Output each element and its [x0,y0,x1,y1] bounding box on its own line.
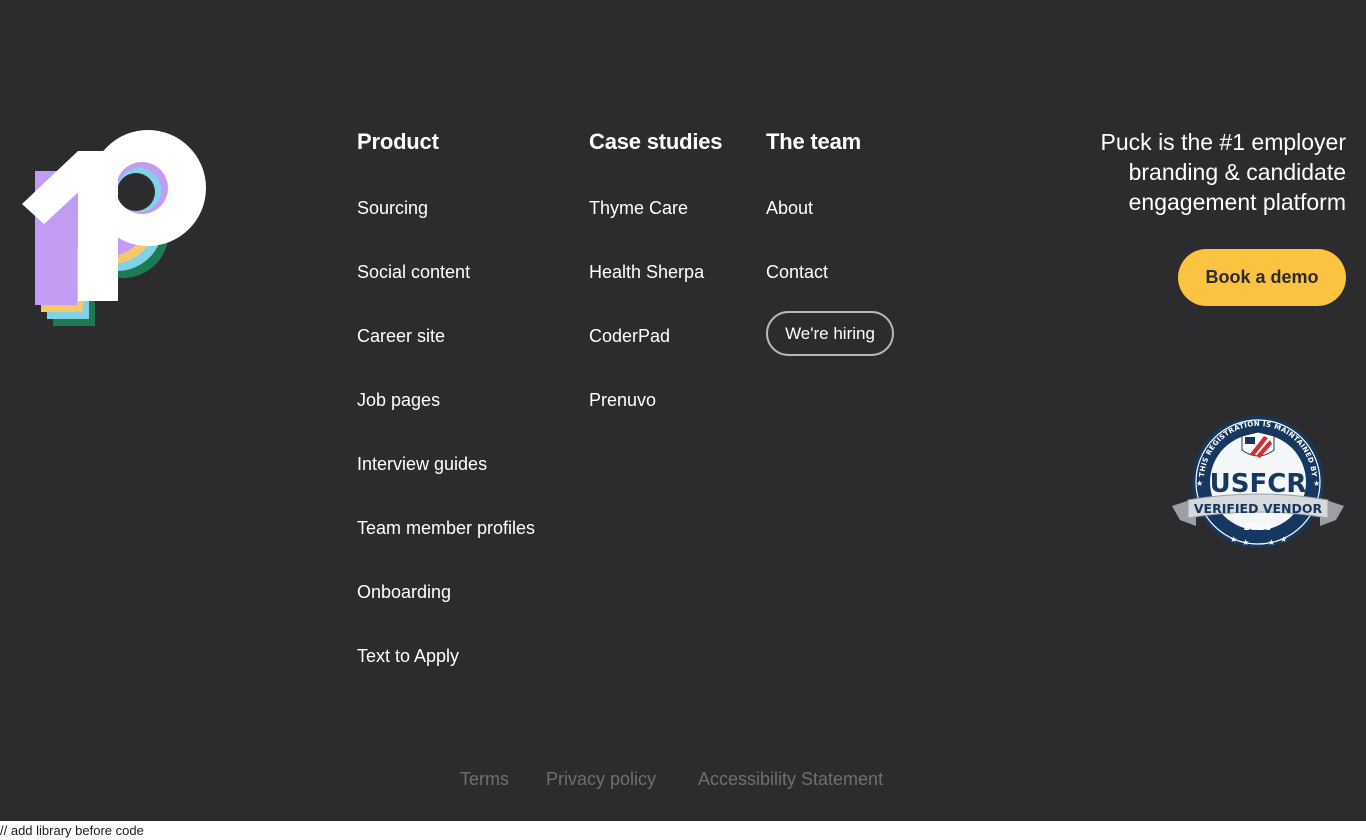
footer-link-text-to-apply[interactable]: Text to Apply [357,644,459,668]
footer-link-interview-guides[interactable]: Interview guides [357,452,487,476]
svg-text:★: ★ [1230,535,1237,544]
case-studies-heading: Case studies [589,129,723,154]
accessibility-statement-link[interactable]: Accessibility Statement [698,767,883,791]
footer-link-team-member-profiles[interactable]: Team member profiles [357,516,535,540]
were-hiring-button[interactable]: We're hiring [766,311,894,356]
badge-ribbon: VERIFIED VENDOR [1194,501,1323,516]
footer-link-sourcing[interactable]: Sourcing [357,196,428,220]
footer-link-prenuvo[interactable]: Prenuvo [589,388,656,412]
site-footer: Product Sourcing Social content Career s… [0,0,1366,821]
footer-link-contact[interactable]: Contact [766,260,828,284]
svg-text:★: ★ [1280,535,1287,544]
book-demo-button[interactable]: Book a demo [1178,249,1346,306]
privacy-policy-link[interactable]: Privacy policy [546,767,656,791]
footer-link-job-pages[interactable]: Job pages [357,388,440,412]
svg-text:★: ★ [1268,538,1275,547]
product-column: Product Sourcing Social content Career s… [357,128,535,666]
puck-p-logo-icon[interactable] [18,124,210,330]
footer-link-thyme-care[interactable]: Thyme Care [589,196,688,220]
team-column: The team About Contact [766,128,861,282]
footer-link-onboarding[interactable]: Onboarding [357,580,451,604]
tagline: Puck is the #1 employer branding & candi… [1100,129,1346,215]
product-heading: Product [357,129,439,154]
svg-text:★: ★ [1242,538,1249,547]
footer-link-social-content[interactable]: Social content [357,260,470,284]
footer-link-health-sherpa[interactable]: Health Sherpa [589,260,704,284]
footer-link-career-site[interactable]: Career site [357,324,445,348]
footer-link-about[interactable]: About [766,196,813,220]
badge-year: 2023 [1243,523,1272,533]
terms-link[interactable]: Terms [460,767,509,791]
svg-text:★: ★ [1196,479,1203,488]
code-comment-text: // add library before code [0,823,144,838]
footer-link-coderpad[interactable]: CoderPad [589,324,670,348]
team-heading: The team [766,129,861,154]
usfcr-verified-vendor-seal-icon: THIS REGISTRATION IS MAINTAINED BY USFCR… [1172,416,1344,548]
case-studies-column: Case studies Thyme Care Health Sherpa Co… [589,128,723,410]
legal-links: Terms Privacy policy Accessibility State… [0,767,1366,791]
svg-text:★: ★ [1313,479,1320,488]
